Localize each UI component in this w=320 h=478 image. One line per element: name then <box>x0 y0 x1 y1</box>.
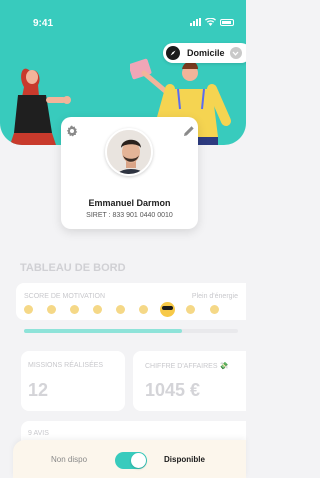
revenue-label: CHIFFRE D'AFFAIRES 💸 <box>145 363 229 370</box>
emoji-icon <box>116 305 125 314</box>
avatar <box>105 128 153 176</box>
compass-icon <box>166 46 180 60</box>
settings-gear-icon[interactable] <box>66 125 78 137</box>
status-time: 9:41 <box>33 18 54 29</box>
unavailable-label[interactable]: Non dispo <box>51 455 87 464</box>
edit-pencil-icon[interactable] <box>183 125 195 137</box>
toggle-knob <box>131 453 146 468</box>
motivation-level-label: Plein d'énergie <box>191 293 238 300</box>
revenue-value: 1045 € <box>145 380 201 400</box>
emoji-icon <box>24 305 33 314</box>
wifi-icon <box>205 18 216 26</box>
emoji-icon <box>47 305 56 314</box>
missions-label: MISSIONS RÉALISÉES <box>28 362 104 369</box>
location-label: Domicile <box>187 48 225 58</box>
motivation-progress-fill <box>24 329 183 333</box>
motivation-panel: SCORE DE MOTIVATION Plein d'énergie <box>16 283 246 320</box>
emoji-icon <box>210 305 219 314</box>
reviews-label: 9 AVIS <box>28 430 49 437</box>
profile-name: Emmanuel Darmon <box>88 198 171 208</box>
emoji-icon <box>70 305 79 314</box>
availability-toggle[interactable] <box>115 452 147 469</box>
emoji-icon <box>93 305 102 314</box>
emoji-icon <box>139 305 148 314</box>
sunglasses-emoji-icon <box>160 302 175 317</box>
status-icons <box>190 18 234 26</box>
missions-panel: MISSIONS RÉALISÉES 12 <box>21 351 125 411</box>
status-bar: 9:41 <box>0 0 246 40</box>
availability-bar: Non dispo Disponible <box>13 440 246 478</box>
motivation-label: SCORE DE MOTIVATION <box>24 293 106 300</box>
emoji-icon <box>186 305 195 314</box>
signal-icon <box>190 18 201 26</box>
profile-siret: SIRET : 833 901 0440 0010 <box>86 212 173 219</box>
location-selector[interactable]: Domicile <box>163 43 246 63</box>
motivation-emoji-scale <box>24 302 238 317</box>
battery-icon <box>220 18 234 26</box>
available-label[interactable]: Disponible <box>164 455 205 464</box>
profile-card: Emmanuel Darmon SIRET : 833 901 0440 001… <box>61 117 198 229</box>
chevron-down-icon <box>229 47 242 59</box>
revenue-panel: CHIFFRE D'AFFAIRES 💸 1045 € <box>133 351 246 411</box>
motivation-progress-bar <box>24 329 238 333</box>
dashboard-title: TABLEAU DE BORD <box>20 262 126 274</box>
missions-value: 12 <box>28 380 49 400</box>
